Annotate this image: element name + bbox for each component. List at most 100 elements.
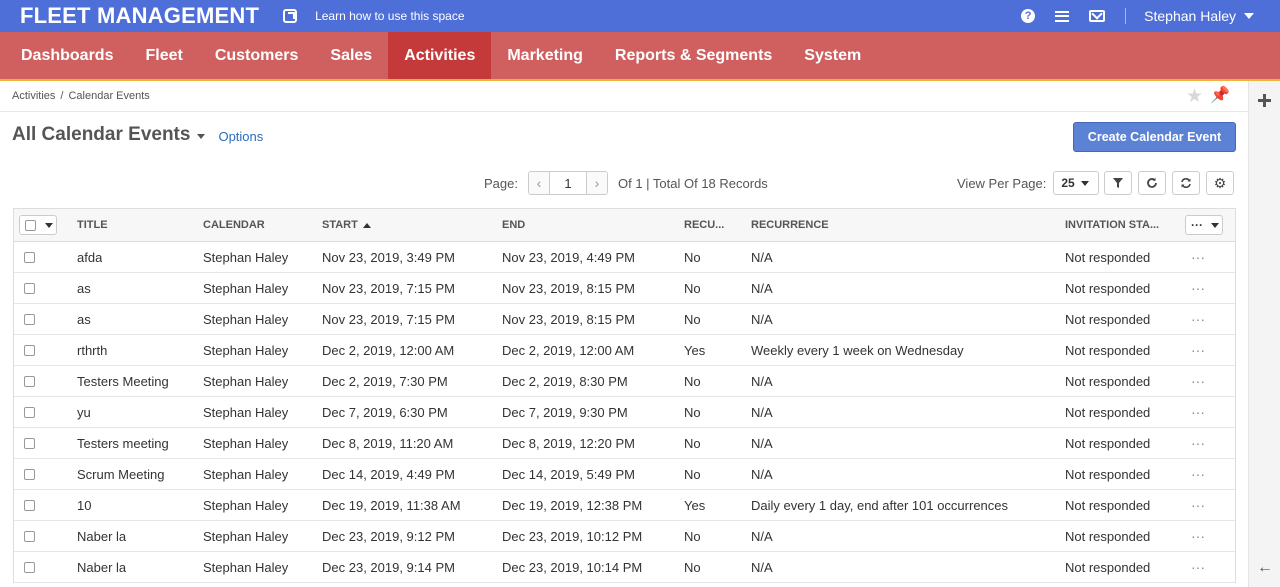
chevron-right-icon[interactable]: ›: [586, 172, 607, 194]
cell-end: Dec 14, 2019, 5:49 PM: [502, 466, 635, 482]
nav-item-system[interactable]: System: [788, 32, 877, 79]
table-row[interactable]: yu Stephan Haley Dec 7, 2019, 6:30 PM Dec 7…: [14, 397, 1235, 428]
breadcrumb-parent[interactable]: Activities: [12, 90, 55, 102]
nav-item-reports-segments[interactable]: Reports & Segments: [599, 32, 788, 79]
chevron-down-icon[interactable]: [1244, 13, 1254, 19]
nav-item-customers[interactable]: Customers: [199, 32, 315, 79]
options-link[interactable]: Options: [218, 129, 263, 144]
grid-actions-menu[interactable]: ···: [1185, 215, 1223, 235]
breadcrumb: Activities / Calendar Events ★ 📌: [0, 81, 1248, 112]
select-all-control[interactable]: [19, 215, 57, 235]
cell-end: Nov 23, 2019, 8:15 PM: [502, 311, 635, 327]
chevron-down-icon[interactable]: [45, 222, 53, 228]
table-row[interactable]: Naber la Stephan Haley Dec 23, 2019, 9:12 …: [14, 521, 1235, 552]
table-row[interactable]: Testers Meeting Stephan Haley Dec 2, 2019,…: [14, 366, 1235, 397]
column-header-invitation-status[interactable]: INVITATION STA...: [1065, 209, 1159, 241]
row-checkbox[interactable]: [24, 561, 35, 573]
row-checkbox[interactable]: [24, 313, 35, 325]
cell-recurrence: N/A: [751, 249, 773, 265]
cell-end: Dec 2, 2019, 8:30 PM: [502, 373, 628, 389]
settings-button[interactable]: ⚙: [1206, 171, 1234, 195]
reset-button[interactable]: [1172, 171, 1200, 195]
row-actions-icon[interactable]: ···: [1191, 490, 1205, 520]
view-per-page-select[interactable]: 25: [1053, 171, 1100, 195]
table-row[interactable]: 10 Stephan Haley Dec 19, 2019, 11:38 AM Dec…: [14, 490, 1235, 521]
row-checkbox[interactable]: [24, 406, 35, 418]
mail-icon[interactable]: [1089, 10, 1106, 22]
table-row[interactable]: Naber la Stephan Haley Dec 23, 2019, 9:14 …: [14, 552, 1235, 583]
row-checkbox[interactable]: [24, 437, 35, 449]
table-row[interactable]: Testers meeting Stephan Haley Dec 8, 2019,…: [14, 428, 1235, 459]
nav-item-sales[interactable]: Sales: [314, 32, 388, 79]
column-header-calendar[interactable]: CALENDAR: [203, 209, 265, 241]
row-checkbox[interactable]: [24, 375, 35, 387]
row-actions-icon[interactable]: ···: [1191, 366, 1205, 396]
chevron-down-icon[interactable]: [197, 134, 206, 139]
menu-icon[interactable]: [1055, 10, 1070, 22]
column-header-recurrence[interactable]: RECURRENCE: [751, 209, 829, 241]
cell-calendar: Stephan Haley: [203, 249, 289, 265]
view-per-page-label: View Per Page:: [957, 175, 1047, 191]
pin-icon[interactable]: 📌: [1210, 85, 1230, 105]
external-link-icon[interactable]: [283, 9, 298, 23]
cell-recurring: No: [684, 466, 701, 482]
row-checkbox[interactable]: [24, 282, 35, 294]
row-checkbox[interactable]: [24, 530, 35, 542]
cell-calendar: Stephan Haley: [203, 342, 289, 358]
row-checkbox[interactable]: [24, 468, 35, 480]
filter-button[interactable]: [1104, 171, 1132, 195]
cell-recurring: No: [684, 249, 701, 265]
table-row[interactable]: rthrth Stephan Haley Dec 2, 2019, 12:00 AM…: [14, 335, 1235, 366]
row-checkbox[interactable]: [24, 499, 35, 511]
nav-item-marketing[interactable]: Marketing: [491, 32, 599, 79]
plus-icon[interactable]: [1258, 94, 1271, 107]
page-number-input[interactable]: 1: [548, 172, 587, 194]
user-menu[interactable]: Stephan Haley: [1144, 8, 1236, 24]
chevron-left-icon[interactable]: ‹: [528, 172, 549, 194]
select-all-checkbox[interactable]: [25, 219, 36, 231]
table-row[interactable]: Scrum Meeting Stephan Haley Dec 14, 2019, …: [14, 459, 1235, 490]
arrow-left-icon[interactable]: ←: [1257, 559, 1273, 577]
nav-item-fleet[interactable]: Fleet: [129, 32, 198, 79]
cell-invitation-status: Not responded: [1065, 373, 1151, 389]
table-row[interactable]: as Stephan Haley Nov 23, 2019, 7:15 PM Nov …: [14, 273, 1235, 304]
page-title[interactable]: All Calendar Events: [12, 124, 190, 146]
star-icon[interactable]: ★: [1186, 85, 1203, 108]
cell-end: Dec 7, 2019, 9:30 PM: [502, 404, 628, 420]
cell-calendar: Stephan Haley: [203, 311, 289, 327]
row-actions-icon[interactable]: ···: [1191, 459, 1205, 489]
create-calendar-event-button[interactable]: Create Calendar Event: [1073, 122, 1236, 152]
reset-icon: [1181, 178, 1191, 188]
row-checkbox[interactable]: [24, 344, 35, 356]
column-header-title[interactable]: TITLE: [77, 209, 108, 241]
row-actions-icon[interactable]: ···: [1191, 397, 1205, 427]
cell-start: Dec 2, 2019, 12:00 AM: [322, 342, 455, 358]
row-select-cell: [24, 428, 35, 458]
row-actions-icon[interactable]: ···: [1191, 273, 1205, 303]
view-per-page-value: 25: [1061, 176, 1075, 190]
nav-item-activities[interactable]: Activities: [388, 32, 492, 79]
cell-start: Nov 23, 2019, 7:15 PM: [322, 280, 455, 296]
table-row[interactable]: afda Stephan Haley Nov 23, 2019, 3:49 PM No…: [14, 242, 1235, 273]
row-checkbox[interactable]: [24, 251, 35, 263]
learn-link[interactable]: Learn how to use this space: [315, 9, 464, 23]
column-header-start-label: START: [322, 219, 358, 231]
title-row: All Calendar Events Options: [12, 124, 263, 146]
table-row[interactable]: as Stephan Haley Nov 23, 2019, 7:15 PM Nov …: [14, 304, 1235, 335]
column-header-recurring[interactable]: RECU...: [684, 209, 724, 241]
help-icon[interactable]: ?: [1021, 9, 1036, 23]
row-actions-icon[interactable]: ···: [1191, 552, 1205, 582]
row-actions-icon[interactable]: ···: [1191, 304, 1205, 334]
row-actions-icon[interactable]: ···: [1191, 428, 1205, 458]
column-header-end[interactable]: END: [502, 209, 525, 241]
nav-item-dashboards[interactable]: Dashboards: [5, 32, 129, 79]
refresh-button[interactable]: [1138, 171, 1166, 195]
column-header-start[interactable]: START: [322, 209, 371, 241]
app-title[interactable]: FLEET MANAGEMENT: [20, 3, 259, 29]
cell-title: Testers meeting: [77, 435, 169, 451]
chevron-down-icon: [1080, 180, 1089, 186]
row-actions-icon[interactable]: ···: [1191, 335, 1205, 365]
row-actions-icon[interactable]: ···: [1191, 521, 1205, 551]
row-actions-icon[interactable]: ···: [1191, 242, 1205, 272]
cell-start: Dec 23, 2019, 9:14 PM: [322, 559, 455, 575]
